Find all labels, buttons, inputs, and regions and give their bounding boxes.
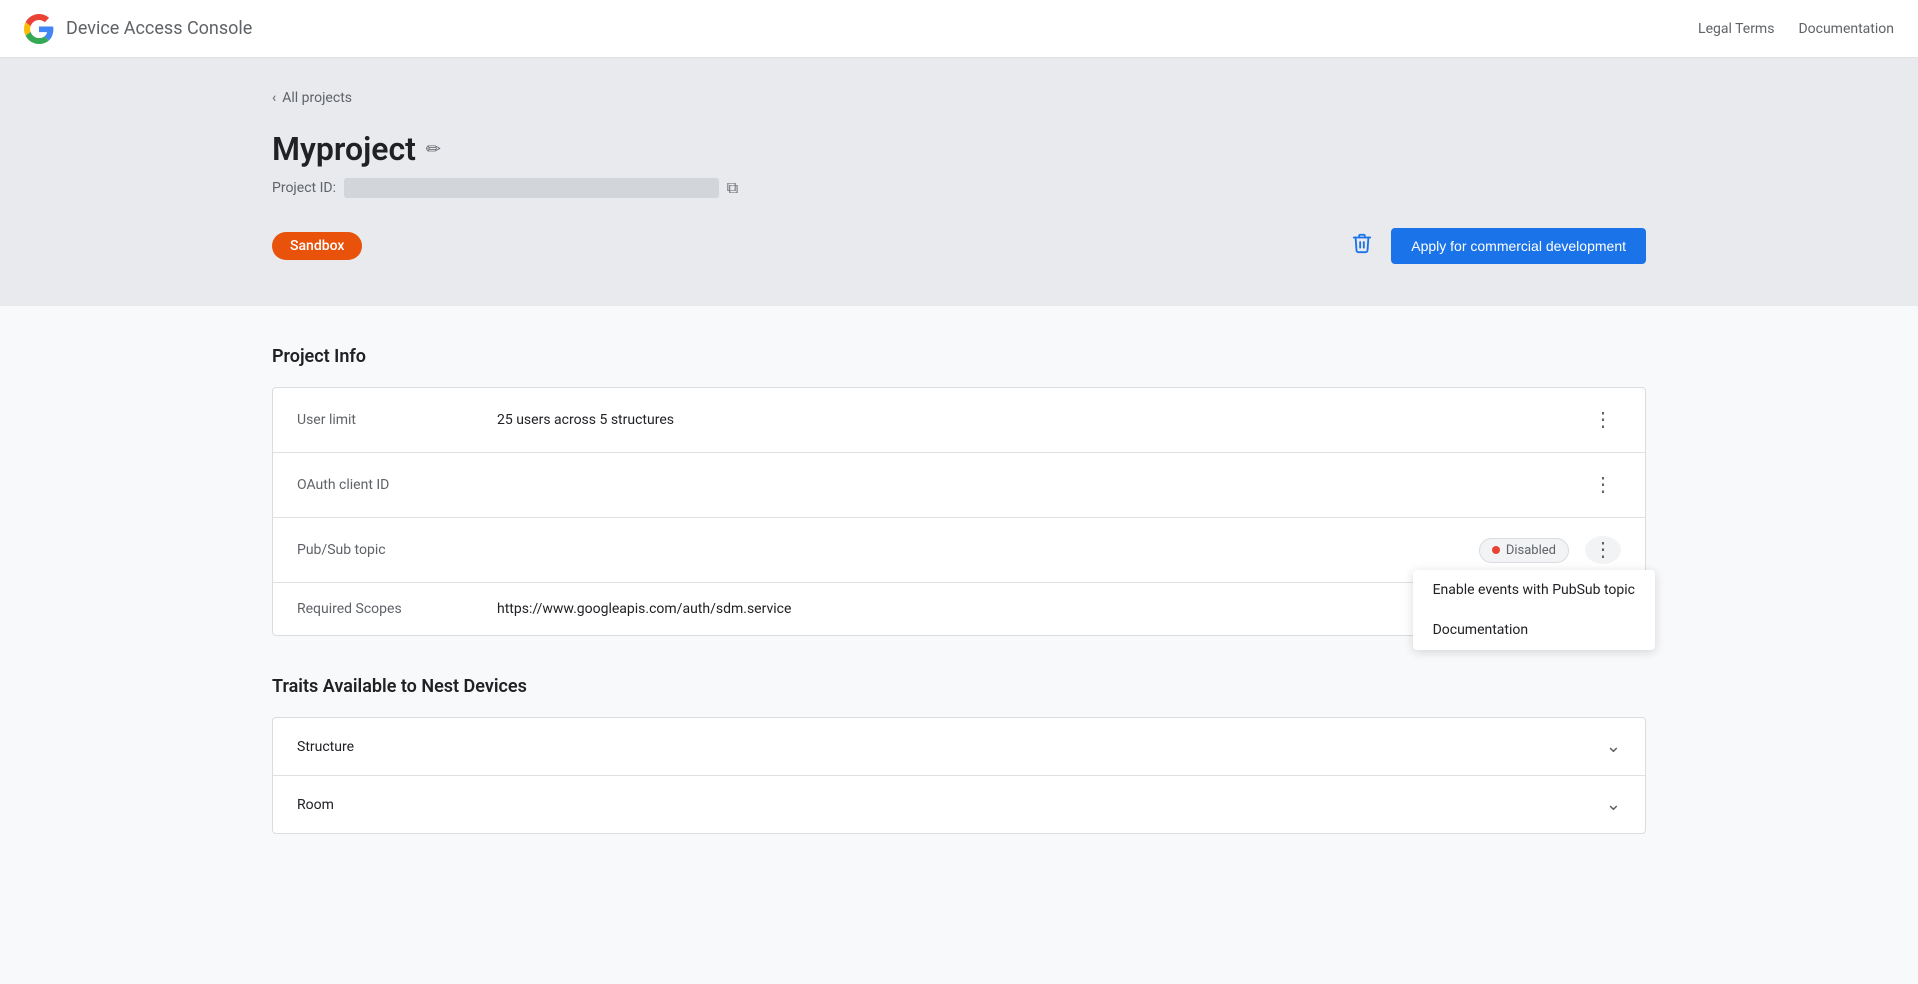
project-title: Myproject bbox=[272, 130, 416, 168]
room-chevron-icon: ⌄ bbox=[1606, 794, 1621, 815]
room-trait-label: Room bbox=[297, 797, 1606, 813]
project-id-label: Project ID: bbox=[272, 180, 336, 196]
documentation-link[interactable]: Documentation bbox=[1798, 21, 1894, 37]
required-scopes-label: Required Scopes bbox=[297, 601, 497, 617]
hero-right-actions: Apply for commercial development bbox=[1345, 226, 1646, 266]
delete-project-button[interactable] bbox=[1345, 226, 1379, 266]
pubsub-topic-row: Pub/Sub topic Disabled ⋮ Enable events w… bbox=[273, 518, 1645, 583]
main-content: Project Info User limit 25 users across … bbox=[0, 306, 1918, 984]
project-id-row: Project ID: ████████████████████████████… bbox=[272, 178, 1646, 198]
hero-actions: Sandbox Apply for commercial development bbox=[272, 226, 1646, 266]
project-info-section-title: Project Info bbox=[272, 346, 1646, 367]
google-logo-icon bbox=[24, 14, 54, 44]
header-right: Legal Terms Documentation bbox=[1698, 21, 1894, 37]
pubsub-topic-label: Pub/Sub topic bbox=[297, 542, 497, 558]
edit-project-icon[interactable]: ✏ bbox=[426, 139, 441, 160]
back-chevron-icon: ‹ bbox=[272, 90, 276, 106]
user-limit-value: 25 users across 5 structures bbox=[497, 412, 1585, 428]
structure-trait-label: Structure bbox=[297, 739, 1606, 755]
structure-trait-row[interactable]: Structure ⌄ bbox=[273, 718, 1645, 776]
traits-table: Structure ⌄ Room ⌄ bbox=[272, 717, 1646, 834]
oauth-client-id-row: OAuth client ID ⋮ bbox=[273, 453, 1645, 518]
pubsub-disabled-badge: Disabled bbox=[1479, 538, 1569, 563]
structure-chevron-icon: ⌄ bbox=[1606, 736, 1621, 757]
header-left: Device Access Console bbox=[24, 14, 252, 44]
app-title: Device Access Console bbox=[66, 18, 252, 39]
traits-section-title: Traits Available to Nest Devices bbox=[272, 676, 1646, 697]
trash-icon bbox=[1351, 232, 1373, 254]
hero-section: ‹ All projects Myproject ✏ Project ID: █… bbox=[0, 58, 1918, 306]
pubsub-more-button[interactable]: ⋮ bbox=[1585, 536, 1621, 564]
back-link-label: All projects bbox=[282, 90, 352, 106]
room-trait-row[interactable]: Room ⌄ bbox=[273, 776, 1645, 833]
back-link[interactable]: ‹ All projects bbox=[272, 90, 1646, 106]
enable-pubsub-item[interactable]: Enable events with PubSub topic bbox=[1413, 570, 1655, 610]
copy-id-icon[interactable]: ⧉ bbox=[727, 178, 738, 198]
user-limit-label: User limit bbox=[297, 412, 497, 428]
project-id-value: ████████████████████████████████ bbox=[344, 178, 719, 198]
pubsub-dropdown-menu: Enable events with PubSub topic Document… bbox=[1413, 570, 1655, 650]
user-limit-row: User limit 25 users across 5 structures … bbox=[273, 388, 1645, 453]
oauth-client-id-more-button[interactable]: ⋮ bbox=[1585, 471, 1621, 499]
oauth-client-id-label: OAuth client ID bbox=[297, 477, 497, 493]
pubsub-badge-text: Disabled bbox=[1506, 543, 1556, 558]
project-info-table: User limit 25 users across 5 structures … bbox=[272, 387, 1646, 636]
user-limit-more-button[interactable]: ⋮ bbox=[1585, 406, 1621, 434]
disabled-dot-icon bbox=[1492, 546, 1500, 554]
documentation-item[interactable]: Documentation bbox=[1413, 610, 1655, 650]
legal-terms-link[interactable]: Legal Terms bbox=[1698, 21, 1774, 37]
sandbox-badge: Sandbox bbox=[272, 232, 362, 260]
project-title-row: Myproject ✏ bbox=[272, 130, 1646, 168]
apply-commercial-button[interactable]: Apply for commercial development bbox=[1391, 228, 1646, 264]
app-header: Device Access Console Legal Terms Docume… bbox=[0, 0, 1918, 58]
